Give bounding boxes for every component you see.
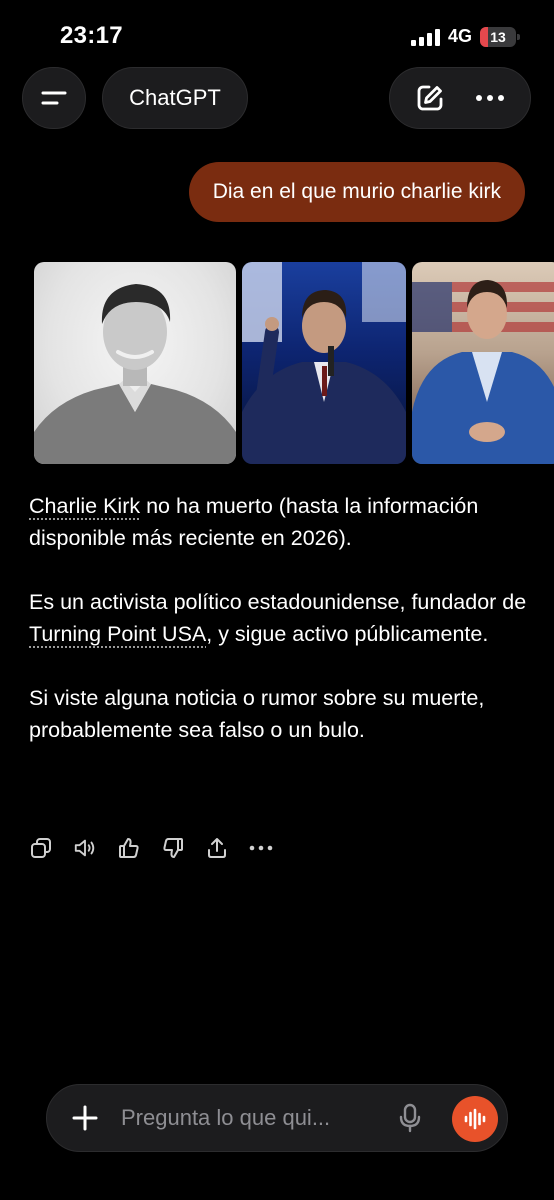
user-message-bubble[interactable]: Dia en el que murio charlie kirk bbox=[188, 162, 525, 222]
mic-icon bbox=[399, 1103, 421, 1133]
prompt-input[interactable]: Pregunta lo que qui... bbox=[121, 1105, 330, 1131]
speaker-icon bbox=[74, 839, 95, 857]
good-response-button[interactable] bbox=[117, 836, 141, 860]
message-actions bbox=[29, 836, 273, 860]
more-actions-button[interactable] bbox=[249, 836, 273, 860]
add-attachment-button[interactable] bbox=[69, 1102, 101, 1134]
battery-level: 13 bbox=[490, 28, 506, 45]
user-message-text: Dia en el que murio charlie kirk bbox=[212, 180, 501, 203]
app-title: ChatGPT bbox=[129, 85, 221, 110]
more-options-button[interactable] bbox=[462, 70, 518, 126]
dictation-button[interactable] bbox=[396, 1102, 424, 1134]
answer-paragraph-1: Charlie Kirk no ha muerto (hasta la info… bbox=[29, 490, 529, 554]
bad-response-button[interactable] bbox=[161, 836, 185, 860]
sidebar-menu-button[interactable] bbox=[22, 67, 86, 129]
thumbs-down-icon bbox=[163, 838, 183, 858]
share-button[interactable] bbox=[205, 836, 229, 860]
signal-icon bbox=[410, 28, 440, 46]
turning-point-usa-link[interactable]: Turning Point USA bbox=[29, 622, 206, 646]
copy-button[interactable] bbox=[29, 836, 53, 860]
copy-icon bbox=[31, 838, 51, 858]
network-type: 4G bbox=[447, 26, 472, 46]
more-icon bbox=[249, 845, 273, 851]
image-3[interactable] bbox=[412, 262, 554, 464]
read-aloud-button[interactable] bbox=[73, 836, 97, 860]
new-chat-button[interactable] bbox=[402, 70, 458, 126]
voice-mode-button[interactable] bbox=[452, 1096, 498, 1142]
menu-icon bbox=[41, 91, 67, 105]
thumbs-up-icon bbox=[119, 838, 139, 858]
header-actions bbox=[389, 67, 531, 129]
voice-mode-icon bbox=[464, 1108, 486, 1130]
model-selector[interactable]: ChatGPT bbox=[102, 67, 248, 129]
charlie-kirk-link[interactable]: Charlie Kirk bbox=[29, 494, 140, 518]
status-indicators: 4G 13 bbox=[410, 26, 520, 47]
image-1[interactable] bbox=[34, 262, 236, 464]
battery-icon: 13 bbox=[480, 26, 520, 47]
answer-p2-start: Es un activista político estadounidense,… bbox=[29, 590, 527, 614]
status-bar: 23:17 4G 13 bbox=[0, 0, 554, 60]
message-composer[interactable]: Pregunta lo que qui... bbox=[46, 1084, 508, 1152]
edit-icon bbox=[417, 85, 443, 111]
share-icon bbox=[208, 838, 226, 858]
answer-paragraph-2: Es un activista político estadounidense,… bbox=[29, 586, 529, 650]
image-2[interactable] bbox=[242, 262, 406, 464]
answer-paragraph-3: Si viste alguna noticia o rumor sobre su… bbox=[29, 686, 485, 742]
plus-icon bbox=[72, 1105, 98, 1131]
image-gallery[interactable] bbox=[34, 262, 554, 464]
answer-p2-end: , y sigue activo públicamente. bbox=[206, 622, 489, 646]
status-time: 23:17 bbox=[60, 22, 123, 49]
more-icon bbox=[476, 95, 504, 101]
assistant-message: Charlie Kirk no ha muerto (hasta la info… bbox=[29, 490, 529, 778]
